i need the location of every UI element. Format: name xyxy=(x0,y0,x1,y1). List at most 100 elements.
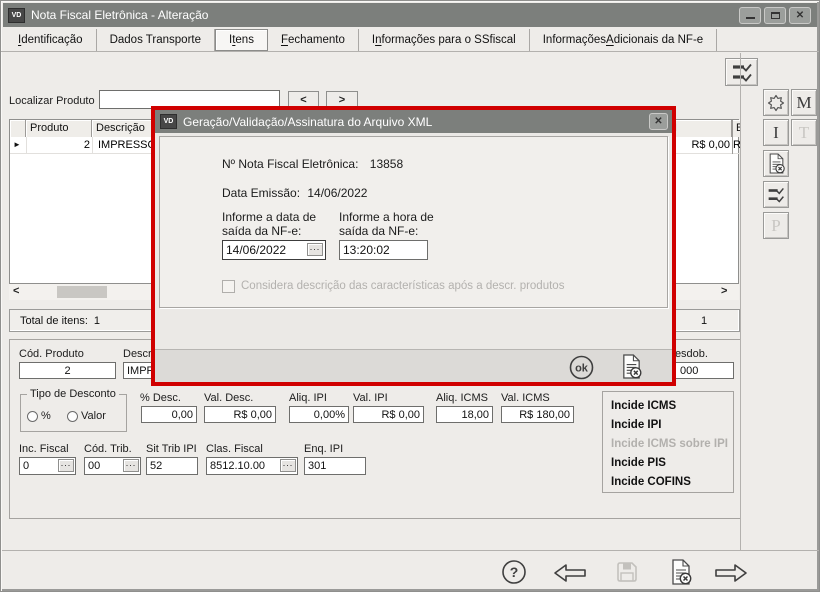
close-button[interactable]: ✕ xyxy=(789,7,811,24)
tab-informacoes-para-o-ssfiscal[interactable]: Informações para o SSfiscal xyxy=(359,29,530,51)
incide-icms: Incide ICMS xyxy=(603,397,733,416)
incide-ipi: Incide IPI xyxy=(603,416,733,435)
val-icms-input[interactable] xyxy=(501,406,574,423)
scroll-left-icon[interactable]: < xyxy=(13,285,19,297)
radio-percent-label: % xyxy=(41,410,51,422)
tab-fechamento[interactable]: Fechamento xyxy=(268,29,359,51)
inc-fiscal-lookup-button[interactable]: ... xyxy=(58,459,74,472)
cancel-doc-side-button[interactable] xyxy=(763,150,789,177)
tabbar-divider xyxy=(1,51,820,52)
list-check-side-button[interactable] xyxy=(763,181,789,208)
document-cancel-icon xyxy=(669,559,693,585)
close-icon: ✕ xyxy=(796,10,804,21)
cancel-nota-button[interactable] xyxy=(668,558,694,586)
help-button[interactable] xyxy=(501,559,527,585)
indicator-column-header[interactable] xyxy=(10,120,26,137)
data-saida-calendar-button[interactable]: ... xyxy=(307,243,323,256)
val-desc-label: Val. Desc. xyxy=(204,392,253,404)
scrollbar-thumb[interactable] xyxy=(57,286,107,298)
aliq-icms-input[interactable] xyxy=(436,406,493,423)
dialog-button-bar: ok xyxy=(155,349,672,382)
list-check-icon xyxy=(731,63,753,82)
radio-valor-label: Valor xyxy=(81,410,106,422)
gear-icon xyxy=(766,93,786,113)
val-desc-input[interactable] xyxy=(204,406,276,423)
sit-trib-ipi-label: Sit Trib IPI xyxy=(146,443,197,455)
document-cancel-icon xyxy=(767,153,786,174)
inc-fiscal-field: ... xyxy=(19,457,76,475)
cell-produto: 2 xyxy=(26,139,90,151)
tab-dados-transporte[interactable]: Dados Transporte xyxy=(97,29,215,51)
perc-desc-label: % Desc. xyxy=(140,392,181,404)
help-icon xyxy=(501,559,527,585)
aliq-ipi-label: Aliq. IPI xyxy=(289,392,327,404)
considera-descricao-checkbox xyxy=(222,280,235,293)
cancel-xml-button[interactable] xyxy=(619,352,644,380)
perc-desc-input[interactable] xyxy=(141,406,197,423)
scroll-right-icon[interactable]: > xyxy=(721,285,727,297)
ok-button[interactable]: ok xyxy=(568,354,595,381)
partial-column-header-2[interactable]: E xyxy=(732,120,740,137)
enq-ipi-label: Enq. IPI xyxy=(304,443,343,455)
inc-fiscal-label: Inc. Fiscal xyxy=(19,443,69,455)
incide-cofins: Incide COFINS xyxy=(603,473,733,492)
floppy-disk-icon xyxy=(615,560,639,584)
nf-number-value: 13858 xyxy=(370,157,403,171)
data-saida-label: Informe a data de saída da NF-e: xyxy=(222,210,337,238)
maximize-button[interactable] xyxy=(764,7,786,24)
val-ipi-input[interactable] xyxy=(353,406,424,423)
clas-fiscal-label: Clas. Fiscal xyxy=(206,443,263,455)
previous-button[interactable] xyxy=(552,562,588,583)
maximize-icon xyxy=(771,12,780,19)
radio-valor[interactable] xyxy=(67,411,78,422)
aliq-icms-label: Aliq. ICMS xyxy=(436,392,488,404)
radio-percent[interactable] xyxy=(27,411,38,422)
incide-pis: Incide PIS xyxy=(603,454,733,473)
cod-trib-lookup-button[interactable]: ... xyxy=(123,459,139,472)
t-button-disabled: T xyxy=(791,119,817,146)
arrow-left-icon xyxy=(553,563,587,583)
dialog-logo-icon: VD xyxy=(160,114,177,129)
cod-trib-label: Cód. Trib. xyxy=(84,443,132,455)
tab-identificacao[interactable]: Identificação xyxy=(5,29,97,51)
xml-generation-dialog: VD Geração/Validação/Assinatura do Arqui… xyxy=(151,106,676,386)
i-button[interactable]: I xyxy=(763,119,789,146)
ok-icon: ok xyxy=(568,354,595,381)
minimize-button[interactable] xyxy=(739,7,761,24)
dialog-title-bar: VD Geração/Validação/Assinatura do Arqui… xyxy=(155,110,672,133)
m-button[interactable]: M xyxy=(791,89,817,116)
letter-m-icon: M xyxy=(796,93,811,113)
produto-column-header[interactable]: Produto xyxy=(26,120,92,137)
svg-text:ok: ok xyxy=(575,363,589,375)
emissao-value: 14/06/2022 xyxy=(307,186,367,200)
title-bar: VD Nota Fiscal Eletrônica - Alteração ✕ xyxy=(3,3,817,27)
hora-saida-input[interactable] xyxy=(339,240,428,260)
tab-itens[interactable]: Itens xyxy=(215,29,268,51)
tipo-desconto-legend: Tipo de Desconto xyxy=(27,388,119,400)
cod-produto-input[interactable] xyxy=(19,362,116,379)
tipo-desconto-groupbox: Tipo de Desconto % Valor xyxy=(20,394,127,432)
tab-informacoes-adicionais-da-nf-e[interactable]: Informações Adicionais da NF-e xyxy=(530,29,717,51)
hora-saida-label: Informe a hora de saída da NF-e: xyxy=(339,210,454,238)
next-button[interactable] xyxy=(713,562,749,583)
dialog-content-panel: Nº Nota Fiscal Eletrônica: 13858 Data Em… xyxy=(159,136,668,308)
considera-descricao-label: Considera descrição das características … xyxy=(241,280,564,292)
clas-fiscal-field: ... xyxy=(206,457,298,475)
emissao-line: Data Emissão: 14/06/2022 xyxy=(222,186,367,200)
aliq-ipi-input[interactable] xyxy=(289,406,349,423)
close-icon: ✕ xyxy=(654,116,662,127)
config-button[interactable] xyxy=(763,89,789,116)
data-saida-field: ... xyxy=(222,240,326,260)
list-check-icon xyxy=(767,187,785,203)
dialog-close-button[interactable]: ✕ xyxy=(649,113,668,130)
sit-trib-ipi-input[interactable] xyxy=(146,457,198,475)
cod-trib-field: ... xyxy=(84,457,141,475)
nf-number-line: Nº Nota Fiscal Eletrônica: 13858 xyxy=(222,157,403,171)
enq-ipi-input[interactable] xyxy=(304,457,366,475)
minimize-icon xyxy=(746,17,755,19)
row-indicator-icon: ► xyxy=(13,140,21,149)
p-button-disabled: P xyxy=(763,212,789,239)
list-check-button[interactable] xyxy=(725,58,758,86)
clas-fiscal-lookup-button[interactable]: ... xyxy=(280,459,296,472)
nf-number-label: Nº Nota Fiscal Eletrônica: xyxy=(222,157,358,171)
